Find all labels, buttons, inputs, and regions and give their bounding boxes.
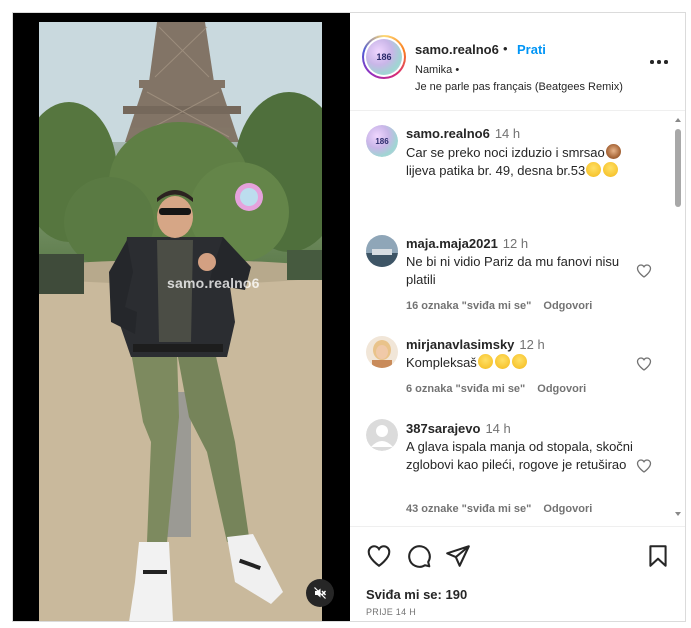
post-sidebar: 186 samo.realno6 • Prati Namika • Je ne … bbox=[350, 13, 685, 621]
comments-list[interactable]: 186 samo.realno6 14 h Car se preko noci i… bbox=[350, 112, 685, 525]
audio-artist[interactable]: Namika • bbox=[415, 64, 459, 76]
post-likes-count[interactable]: Sviđa mi se: 190 bbox=[366, 587, 467, 602]
comment-timestamp[interactable]: 12 h bbox=[519, 337, 544, 352]
media-viewer[interactable]: samo.realno6 bbox=[13, 13, 350, 621]
comment-icon[interactable] bbox=[406, 543, 432, 569]
comment-username[interactable]: mirjanavlasimsky bbox=[406, 337, 514, 352]
scrollbar-thumb[interactable] bbox=[675, 129, 681, 207]
heart-icon[interactable] bbox=[366, 543, 392, 569]
like-comment-heart-icon[interactable] bbox=[636, 458, 652, 474]
rolling-laughing-face-icon bbox=[494, 354, 510, 369]
comment-likes-count[interactable]: 43 oznake "sviđa mi se" bbox=[406, 503, 531, 515]
comment-timestamp[interactable]: 12 h bbox=[503, 236, 528, 251]
post-dialog: samo.realno6 186 samo.realno6 • Prati Na… bbox=[12, 12, 686, 622]
comment-username[interactable]: samo.realno6 bbox=[406, 126, 490, 141]
comment-text: Kompleksaš bbox=[406, 354, 638, 372]
audio-track[interactable]: Je ne parle pas français (Beatgees Remix… bbox=[415, 81, 623, 93]
avatar[interactable] bbox=[366, 419, 398, 451]
scroll-down-arrow-icon[interactable] bbox=[675, 512, 681, 516]
like-comment-heart-icon[interactable] bbox=[636, 263, 652, 279]
like-comment-heart-icon[interactable] bbox=[636, 356, 652, 372]
comment-timestamp[interactable]: 14 h bbox=[485, 421, 510, 436]
post-actions: Sviđa mi se: 190 PRIJE 14 H bbox=[350, 526, 685, 621]
rolling-laughing-face-icon bbox=[477, 354, 493, 369]
comment-username[interactable]: maja.maja2021 bbox=[406, 236, 498, 251]
post-image-illustration bbox=[39, 22, 322, 621]
avatar-image: 186 bbox=[366, 125, 398, 157]
comment-username[interactable]: 387sarajevo bbox=[406, 421, 480, 436]
grinning-squinting-face-icon bbox=[586, 162, 602, 177]
scroll-up-arrow-icon[interactable] bbox=[675, 118, 681, 122]
avatar[interactable] bbox=[366, 336, 398, 368]
header-separator: • bbox=[503, 41, 508, 56]
mute-toggle-button[interactable] bbox=[306, 579, 334, 607]
share-icon[interactable] bbox=[445, 543, 471, 569]
author-avatar[interactable]: 186 bbox=[362, 35, 406, 79]
default-avatar-icon bbox=[366, 419, 398, 451]
post-timestamp[interactable]: PRIJE 14 H bbox=[366, 607, 416, 617]
rolling-laughing-face-icon bbox=[511, 354, 527, 369]
follow-button[interactable]: Prati bbox=[517, 42, 546, 57]
bookmark-icon[interactable] bbox=[645, 543, 671, 569]
author-username[interactable]: samo.realno6 bbox=[415, 42, 499, 57]
avatar-image bbox=[366, 235, 398, 267]
see-no-evil-monkey-icon bbox=[605, 144, 621, 159]
avatar[interactable]: 186 bbox=[366, 125, 398, 157]
comment-timestamp[interactable]: 14 h bbox=[495, 126, 520, 141]
post-video[interactable]: samo.realno6 bbox=[39, 22, 322, 621]
post-watermark: samo.realno6 bbox=[167, 275, 260, 291]
post-header: 186 samo.realno6 • Prati Namika • Je ne … bbox=[350, 13, 685, 111]
rolling-laughing-face-icon bbox=[603, 162, 619, 177]
more-options-icon[interactable] bbox=[648, 57, 670, 67]
author-avatar-image: 186 bbox=[366, 39, 402, 75]
reply-button[interactable]: Odgovori bbox=[543, 503, 592, 515]
avatar[interactable] bbox=[366, 235, 398, 267]
comment-text: Ne bi ni vidio Pariz da mu fanovi nisu p… bbox=[406, 254, 620, 287]
reply-button[interactable]: Odgovori bbox=[543, 300, 592, 312]
comments-scrollbar[interactable] bbox=[672, 112, 684, 525]
comment-text: A glava ispala manja od stopala, skočni … bbox=[406, 439, 633, 472]
comment-text: Car se preko noci izduzio i smrsao lijev… bbox=[406, 144, 638, 180]
comment-likes-count[interactable]: 16 oznaka "sviđa mi se" bbox=[406, 300, 531, 312]
avatar-image bbox=[366, 336, 398, 368]
comment-likes-count[interactable]: 6 oznaka "sviđa mi se" bbox=[406, 383, 525, 395]
speaker-muted-icon bbox=[314, 587, 327, 599]
reply-button[interactable]: Odgovori bbox=[537, 383, 586, 395]
